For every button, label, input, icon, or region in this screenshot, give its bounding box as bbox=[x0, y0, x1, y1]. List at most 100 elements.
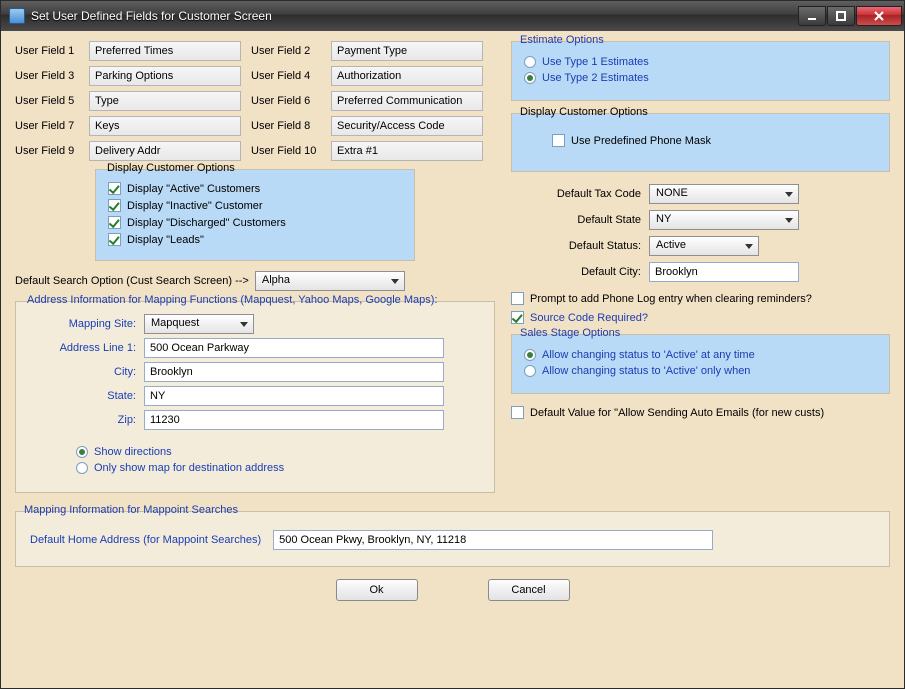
mapping-site-label: Mapping Site: bbox=[26, 318, 136, 330]
user-field-4-input[interactable] bbox=[331, 66, 483, 86]
cancel-button[interactable]: Cancel bbox=[488, 579, 570, 601]
display-leads-label: Display "Leads" bbox=[127, 234, 204, 246]
only-show-map-radio[interactable] bbox=[76, 462, 88, 474]
user-field-9-label: User Field 9 bbox=[15, 145, 79, 157]
show-directions-radio[interactable] bbox=[76, 446, 88, 458]
mappoint-legend: Mapping Information for Mappoint Searche… bbox=[24, 504, 238, 516]
user-field-7-input[interactable] bbox=[89, 116, 241, 136]
mapping-address-group: Address Information for Mapping Function… bbox=[15, 301, 495, 493]
user-field-1-input[interactable] bbox=[89, 41, 241, 61]
user-field-1-label: User Field 1 bbox=[15, 45, 79, 57]
mappoint-home-label: Default Home Address (for Mappoint Searc… bbox=[30, 534, 261, 546]
address-line1-label: Address Line 1: bbox=[26, 342, 136, 354]
right-column: Estimate Options Use Type 1 Estimates Us… bbox=[511, 41, 890, 493]
default-status-value: Active bbox=[656, 239, 686, 251]
left-column: User Field 1 User Field 2 User Field 3 U… bbox=[15, 41, 495, 493]
display-active-label: Display "Active" Customers bbox=[127, 183, 260, 195]
city-input[interactable] bbox=[144, 362, 444, 382]
sales-active-onlywhen-label[interactable]: Allow changing status to 'Active' only w… bbox=[542, 365, 750, 377]
user-field-3-input[interactable] bbox=[89, 66, 241, 86]
user-field-10-input[interactable] bbox=[331, 141, 483, 161]
app-icon bbox=[9, 8, 25, 24]
titlebar: Set User Defined Fields for Customer Scr… bbox=[1, 1, 904, 31]
sales-active-onlywhen-radio[interactable] bbox=[524, 365, 536, 377]
type2-estimates-label[interactable]: Use Type 2 Estimates bbox=[542, 72, 649, 84]
user-field-5-input[interactable] bbox=[89, 91, 241, 111]
user-field-3-label: User Field 3 bbox=[15, 70, 79, 82]
source-code-required-label: Source Code Required? bbox=[530, 312, 648, 324]
default-search-option-value: Alpha bbox=[262, 274, 290, 286]
display-inactive-checkbox[interactable] bbox=[108, 199, 121, 212]
user-field-grid: User Field 1 User Field 2 User Field 3 U… bbox=[15, 41, 495, 161]
sales-stage-group: Sales Stage Options Allow changing statu… bbox=[511, 334, 890, 394]
type1-estimates-radio[interactable] bbox=[524, 56, 536, 68]
state-label: State: bbox=[26, 390, 136, 402]
display-customer-options-group: Display Customer Options Display "Active… bbox=[95, 169, 415, 261]
prompt-phone-log-checkbox[interactable] bbox=[511, 292, 524, 305]
sales-active-anytime-radio[interactable] bbox=[524, 349, 536, 361]
mappoint-home-input[interactable] bbox=[273, 530, 713, 550]
state-input[interactable] bbox=[144, 386, 444, 406]
default-search-option-label: Default Search Option (Cust Search Scree… bbox=[15, 275, 249, 287]
city-label: City: bbox=[26, 366, 136, 378]
user-field-4-label: User Field 4 bbox=[251, 70, 321, 82]
auto-email-default-label: Default Value for "Allow Sending Auto Em… bbox=[530, 407, 824, 419]
user-field-6-label: User Field 6 bbox=[251, 95, 321, 107]
user-field-5-label: User Field 5 bbox=[15, 95, 79, 107]
dialog-button-bar: Ok Cancel bbox=[15, 579, 890, 601]
sales-active-anytime-label[interactable]: Allow changing status to 'Active' at any… bbox=[542, 349, 755, 361]
display-customer-legend: Display Customer Options bbox=[104, 162, 238, 174]
close-button[interactable] bbox=[856, 6, 902, 26]
defaults-grid: Default Tax Code NONE Default State NY D… bbox=[511, 184, 890, 282]
mapping-address-legend: Address Information for Mapping Function… bbox=[24, 294, 440, 306]
mapping-site-value: Mapquest bbox=[151, 317, 199, 329]
auto-email-default-checkbox[interactable] bbox=[511, 406, 524, 419]
window-controls bbox=[797, 6, 902, 26]
maximize-button[interactable] bbox=[827, 6, 855, 26]
display-leads-checkbox[interactable] bbox=[108, 233, 121, 246]
sales-stage-legend: Sales Stage Options bbox=[520, 327, 620, 339]
client-area: User Field 1 User Field 2 User Field 3 U… bbox=[1, 31, 904, 688]
ok-button[interactable]: Ok bbox=[336, 579, 418, 601]
user-field-8-label: User Field 8 bbox=[251, 120, 321, 132]
mappoint-group: Mapping Information for Mappoint Searche… bbox=[15, 511, 890, 567]
user-field-2-label: User Field 2 bbox=[251, 45, 321, 57]
app-window: Set User Defined Fields for Customer Scr… bbox=[0, 0, 905, 689]
default-state-select[interactable]: NY bbox=[649, 210, 799, 230]
user-field-10-label: User Field 10 bbox=[251, 145, 321, 157]
default-tax-value: NONE bbox=[656, 187, 688, 199]
display-discharged-label: Display "Discharged" Customers bbox=[127, 217, 286, 229]
default-tax-select[interactable]: NONE bbox=[649, 184, 799, 204]
phone-mask-legend: Display Customer Options bbox=[520, 106, 648, 118]
window-title: Set User Defined Fields for Customer Scr… bbox=[31, 9, 797, 23]
source-code-required-checkbox[interactable] bbox=[511, 311, 524, 324]
show-directions-label[interactable]: Show directions bbox=[94, 446, 172, 458]
default-state-label: Default State bbox=[511, 214, 641, 226]
type2-estimates-radio[interactable] bbox=[524, 72, 536, 84]
type1-estimates-label[interactable]: Use Type 1 Estimates bbox=[542, 56, 649, 68]
default-search-option-select[interactable]: Alpha bbox=[255, 271, 405, 291]
user-field-6-input[interactable] bbox=[331, 91, 483, 111]
display-active-checkbox[interactable] bbox=[108, 182, 121, 195]
estimate-options-group: Estimate Options Use Type 1 Estimates Us… bbox=[511, 41, 890, 101]
zip-label: Zip: bbox=[26, 414, 136, 426]
user-field-2-input[interactable] bbox=[331, 41, 483, 61]
default-status-select[interactable]: Active bbox=[649, 236, 759, 256]
estimate-options-legend: Estimate Options bbox=[520, 34, 604, 46]
minimize-button[interactable] bbox=[798, 6, 826, 26]
user-field-9-input[interactable] bbox=[89, 141, 241, 161]
phone-mask-group: Display Customer Options Use Predefined … bbox=[511, 113, 890, 172]
use-phone-mask-checkbox[interactable] bbox=[552, 134, 565, 147]
use-phone-mask-label: Use Predefined Phone Mask bbox=[571, 135, 711, 147]
default-city-input[interactable] bbox=[649, 262, 799, 282]
only-show-map-label[interactable]: Only show map for destination address bbox=[94, 462, 284, 474]
address-line1-input[interactable] bbox=[144, 338, 444, 358]
zip-input[interactable] bbox=[144, 410, 444, 430]
user-field-7-label: User Field 7 bbox=[15, 120, 79, 132]
display-inactive-label: Display "Inactive" Customer bbox=[127, 200, 263, 212]
display-discharged-checkbox[interactable] bbox=[108, 216, 121, 229]
user-field-8-input[interactable] bbox=[331, 116, 483, 136]
mapping-site-select[interactable]: Mapquest bbox=[144, 314, 254, 334]
default-city-label: Default City: bbox=[511, 266, 641, 278]
default-state-value: NY bbox=[656, 213, 671, 225]
